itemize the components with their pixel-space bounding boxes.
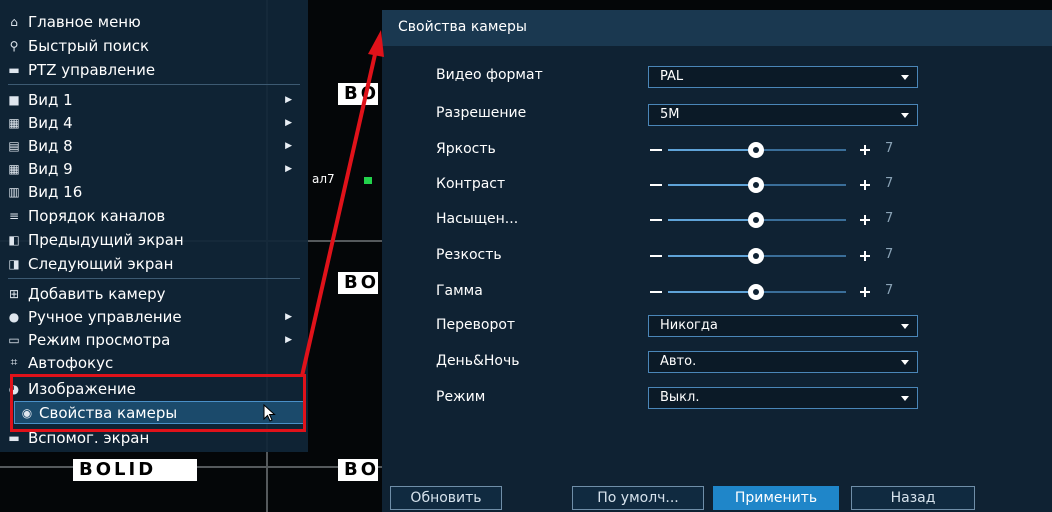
annotation-arrow-icon: [300, 30, 384, 377]
